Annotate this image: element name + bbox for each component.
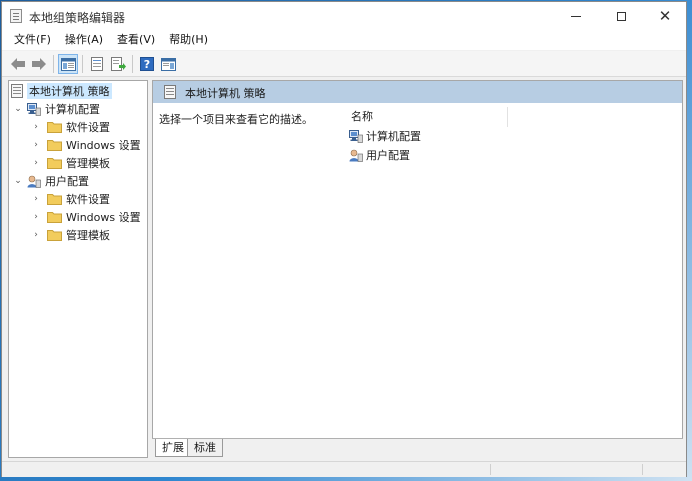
app-icon: [10, 9, 22, 23]
svg-text:?: ?: [144, 58, 150, 71]
status-divider: [642, 464, 643, 475]
list-item-label: 用户配置: [366, 149, 410, 162]
tree-label: 本地计算机 策略: [27, 83, 112, 99]
tree-item-computer-config[interactable]: ⌄ 计算机配置: [13, 100, 147, 118]
chevron-right-icon[interactable]: ›: [31, 140, 41, 150]
computer-config-icon: [349, 129, 363, 143]
details-pane[interactable]: 本地计算机 策略 选择一个项目来查看它的描述。 名称 计算机配置 用户配置: [152, 80, 683, 458]
title-bar[interactable]: 本地组策略编辑器 ✕: [2, 2, 686, 30]
tree-item-computer-templates[interactable]: › 管理模板: [31, 154, 147, 172]
tree-label: 用户配置: [45, 175, 89, 188]
tree-label: 管理模板: [66, 229, 110, 242]
folder-icon: [47, 212, 62, 223]
back-arrow-icon: [11, 58, 25, 70]
tree-label: 计算机配置: [45, 103, 100, 116]
policy-document-icon: [164, 85, 176, 99]
tree-label: 软件设置: [66, 193, 110, 206]
chevron-right-icon[interactable]: ›: [31, 158, 41, 168]
properties-button[interactable]: [87, 54, 107, 74]
tree-item-user-config[interactable]: ⌄ 用户配置: [13, 172, 147, 190]
list-item-user-config[interactable]: 用户配置: [349, 146, 410, 164]
gpedit-window: 本地组策略编辑器 ✕ 文件(F) 操作(A) 查看(V) 帮助(H) ? 本地计…: [1, 1, 687, 477]
details-header-title: 本地计算机 策略: [185, 87, 266, 100]
help-button[interactable]: ?: [137, 54, 157, 74]
status-divider: [490, 464, 491, 475]
computer-config-icon: [27, 102, 41, 116]
folder-icon: [47, 122, 62, 133]
tree-item-root[interactable]: 本地计算机 策略: [11, 82, 147, 100]
user-config-icon: [349, 149, 363, 162]
policy-document-icon: [11, 84, 23, 98]
column-header-name[interactable]: 名称: [348, 107, 508, 127]
toolbar-separator: [82, 55, 83, 73]
back-button[interactable]: [8, 54, 28, 74]
toolbar-separator: [132, 55, 133, 73]
chevron-down-icon[interactable]: ⌄: [13, 176, 23, 186]
export-list-icon: [110, 57, 126, 71]
view-tabs: 扩展 标准: [152, 438, 683, 458]
menu-help[interactable]: 帮助(H): [162, 30, 215, 50]
close-button[interactable]: ✕: [643, 2, 687, 30]
tree-pane[interactable]: 本地计算机 策略 ⌄ 计算机配置 › 软件设置 › Windows 设置 › 管…: [8, 80, 148, 458]
status-bar: [2, 461, 686, 477]
tab-standard[interactable]: 标准: [187, 439, 223, 457]
tab-extended[interactable]: 扩展: [155, 439, 191, 457]
description-text: 选择一个项目来查看它的描述。: [159, 113, 313, 126]
chevron-right-icon[interactable]: ›: [31, 212, 41, 222]
folder-icon: [47, 158, 62, 169]
chevron-down-icon[interactable]: ⌄: [13, 104, 23, 114]
export-list-button[interactable]: [108, 54, 128, 74]
list-item-computer-config[interactable]: 计算机配置: [349, 127, 421, 145]
tree-item-user-software[interactable]: › 软件设置: [31, 190, 147, 208]
tree-label: Windows 设置: [66, 139, 141, 152]
minimize-icon: [571, 15, 581, 17]
menu-bar: 文件(F) 操作(A) 查看(V) 帮助(H): [2, 30, 686, 50]
minimize-button[interactable]: [554, 2, 598, 30]
toolbar: ?: [2, 51, 686, 77]
list-item-label: 计算机配置: [366, 130, 421, 143]
folder-icon: [47, 230, 62, 241]
window-title: 本地组策略编辑器: [29, 11, 126, 25]
tree-item-user-templates[interactable]: › 管理模板: [31, 226, 147, 244]
chevron-right-icon[interactable]: ›: [31, 122, 41, 132]
close-icon: ✕: [658, 6, 672, 25]
tree-item-user-windows[interactable]: › Windows 设置: [31, 208, 147, 226]
details-header: 本地计算机 策略: [153, 81, 682, 103]
user-config-icon: [27, 175, 41, 188]
show-tree-icon: [60, 57, 76, 71]
chevron-right-icon[interactable]: ›: [31, 230, 41, 240]
maximize-button[interactable]: [599, 2, 643, 30]
help-icon: ?: [140, 57, 154, 71]
menu-file[interactable]: 文件(F): [7, 30, 58, 50]
tree-label: 管理模板: [66, 157, 110, 170]
folder-icon: [47, 194, 62, 205]
chevron-right-icon[interactable]: ›: [31, 194, 41, 204]
action-pane-icon: [160, 57, 176, 71]
menu-view[interactable]: 查看(V): [110, 30, 162, 50]
tree-item-computer-software[interactable]: › 软件设置: [31, 118, 147, 136]
action-pane-button[interactable]: [158, 54, 178, 74]
show-hide-tree-button[interactable]: [58, 54, 78, 74]
toolbar-separator: [53, 55, 54, 73]
tree-item-computer-windows[interactable]: › Windows 设置: [31, 136, 147, 154]
menu-action[interactable]: 操作(A): [58, 30, 110, 50]
properties-icon: [91, 57, 103, 71]
forward-arrow-icon: [32, 58, 46, 70]
tree-label: Windows 设置: [66, 211, 141, 224]
tree-label: 软件设置: [66, 121, 110, 134]
folder-icon: [47, 140, 62, 151]
maximize-icon: [616, 11, 626, 21]
forward-button[interactable]: [29, 54, 49, 74]
